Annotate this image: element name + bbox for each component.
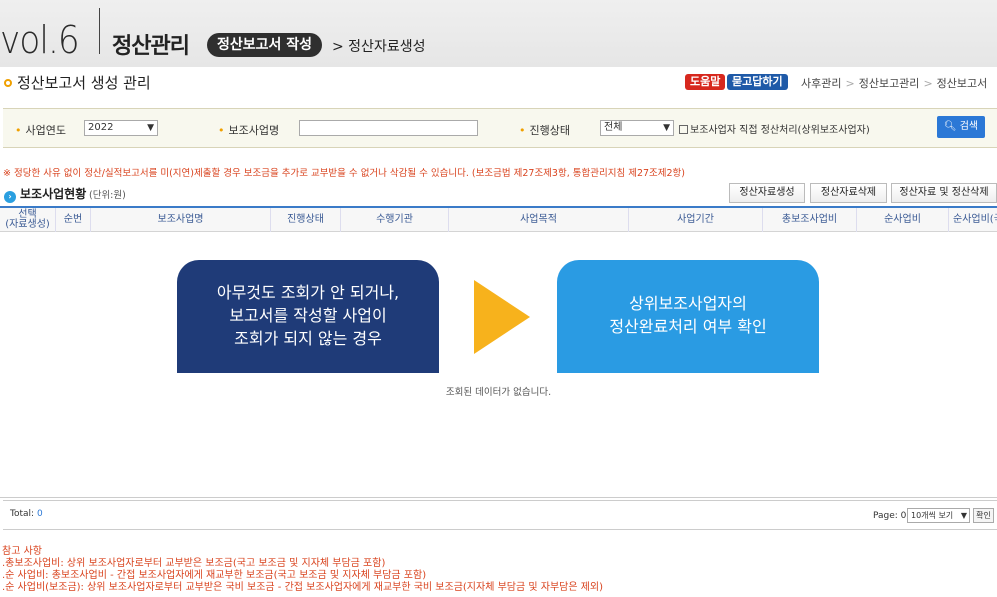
qa-button[interactable]: 묻고답하기	[727, 74, 788, 90]
callout-solution-line: 상위보조사업자의	[629, 294, 747, 313]
warning-text: ※ 정당한 사유 없이 정산/실적보고서를 미(지연)제출할 경우 보조금을 추…	[3, 168, 686, 179]
category-title: 정산관리	[112, 34, 190, 59]
col-net-cost[interactable]: 순사업비	[856, 208, 948, 232]
col-status[interactable]: 진행상태	[270, 208, 340, 232]
col-total-cost[interactable]: 총보조사업비	[762, 208, 856, 232]
page-title-text: 정산보고서 생성 관리	[17, 74, 151, 92]
note-line: .총보조사업비: 상위 보조사업자로부터 교부받은 보조금(국고 보조금 및 지…	[2, 558, 386, 569]
empty-message: 조회된 데이터가 없습니다.	[445, 387, 552, 398]
col-agency[interactable]: 수행기관	[340, 208, 448, 232]
chevron-down-icon: ▼	[147, 123, 154, 133]
callout-problem-line: 조회가 되지 않는 경우	[234, 329, 382, 348]
table-body	[0, 232, 997, 498]
col-purpose[interactable]: 사업목적	[448, 208, 628, 232]
callout-solution: 상위보조사업자의 정산완료처리 여부 확인	[557, 260, 819, 373]
table-header: 선택 (자료생성) 순번 보조사업명 진행상태 수행기관 사업목적 사업기간 총…	[0, 206, 997, 232]
arrow-right-icon	[474, 280, 530, 354]
arrow-right-icon: ›	[4, 191, 16, 203]
note-line: .순 사업비(보조금): 상위 보조사업자로부터 교부받은 국비 보조금 - 간…	[2, 582, 604, 593]
notes: 참고 사항 .총보조사업비: 상위 보조사업자로부터 교부받은 보조금(국고 보…	[2, 546, 603, 594]
note-line: .순 사업비: 총보조사업비 - 간접 보조사업자에게 재교부한 보조금(국고 …	[2, 570, 427, 581]
status-select[interactable]: 전체 ▼	[600, 120, 674, 136]
callout-problem-line: 보고서를 작성할 사업이	[229, 306, 387, 325]
col-period[interactable]: 사업기간	[628, 208, 762, 232]
search-button[interactable]: 🔍︎ 검색	[937, 116, 985, 138]
page-size-ok-button[interactable]: 확인	[973, 508, 994, 523]
path-item[interactable]: 정산보고관리	[859, 77, 920, 90]
project-name-input[interactable]	[299, 120, 478, 136]
callout-problem: 아무것도 조회가 안 되거나, 보고서를 작성할 사업이 조회가 되지 않는 경…	[177, 260, 439, 373]
path-item[interactable]: 정산보고서	[937, 77, 988, 90]
path-separator-icon: >	[923, 77, 933, 90]
total-label: Total:	[10, 509, 35, 519]
section-pill: 정산보고서 작성	[207, 33, 323, 57]
create-settlement-button[interactable]: 정산자료생성	[729, 183, 805, 203]
page-size-select[interactable]: 10개씩 보기 ▼	[907, 508, 970, 523]
checkbox-label: 보조사업자 직접 정산처리(상위보조사업자)	[690, 125, 870, 136]
callout-problem-line: 아무것도 조회가 안 되거나,	[216, 283, 400, 302]
unit-label: (단위:원)	[89, 190, 126, 201]
page-indicator: Page: 0	[873, 511, 907, 521]
year-select[interactable]: 2022 ▼	[84, 120, 158, 136]
section-title: › 보조사업현황	[4, 185, 86, 203]
help-button[interactable]: 도움말	[685, 74, 726, 90]
divider	[99, 8, 100, 54]
breadcrumb: > 정산자료생성	[332, 39, 426, 55]
notes-title: 참고 사항	[2, 546, 42, 557]
search-icon: 🔍︎	[943, 121, 960, 132]
direct-settlement-checkbox[interactable]: 보조사업자 직접 정산처리(상위보조사업자)	[679, 121, 870, 136]
checkbox-icon[interactable]	[679, 125, 688, 134]
year-label: 사업연도	[15, 122, 66, 138]
year-value: 2022	[88, 122, 114, 133]
project-name-label: 보조사업명	[218, 122, 280, 138]
col-select[interactable]: 선택 (자료생성)	[0, 208, 55, 232]
col-no[interactable]: 순번	[55, 208, 90, 232]
section-title-text: 보조사업현황	[20, 187, 87, 201]
col-project-name[interactable]: 보조사업명	[90, 208, 270, 232]
search-button-label: 검색	[959, 121, 979, 132]
delete-settlement-button[interactable]: 정산자료삭제	[810, 183, 887, 203]
pager-bar	[3, 500, 997, 530]
path-item[interactable]: 사후관리	[801, 77, 841, 90]
page-title: 정산보고서 생성 관리	[4, 72, 151, 93]
chevron-down-icon: ▼	[960, 511, 967, 520]
delete-all-settlement-button[interactable]: 정산자료 및 정산삭제	[891, 183, 997, 203]
volume-label: vol.6	[0, 18, 80, 62]
location-path: 사후관리 > 정산보고관리 > 정산보고서	[801, 75, 997, 91]
col-net-cost-national[interactable]: 순사업비(국	[948, 208, 997, 232]
path-separator-icon: >	[845, 77, 855, 90]
total-count: Total: 0	[10, 509, 43, 519]
chevron-down-icon: ▼	[663, 123, 670, 133]
bullet-icon	[4, 79, 12, 87]
status-value: 전체	[604, 122, 623, 133]
status-label: 진행상태	[519, 122, 570, 138]
total-value: 0	[36, 509, 43, 519]
page-size-value: 10개씩 보기	[911, 511, 954, 520]
callout-solution-line: 정산완료처리 여부 확인	[609, 317, 767, 336]
